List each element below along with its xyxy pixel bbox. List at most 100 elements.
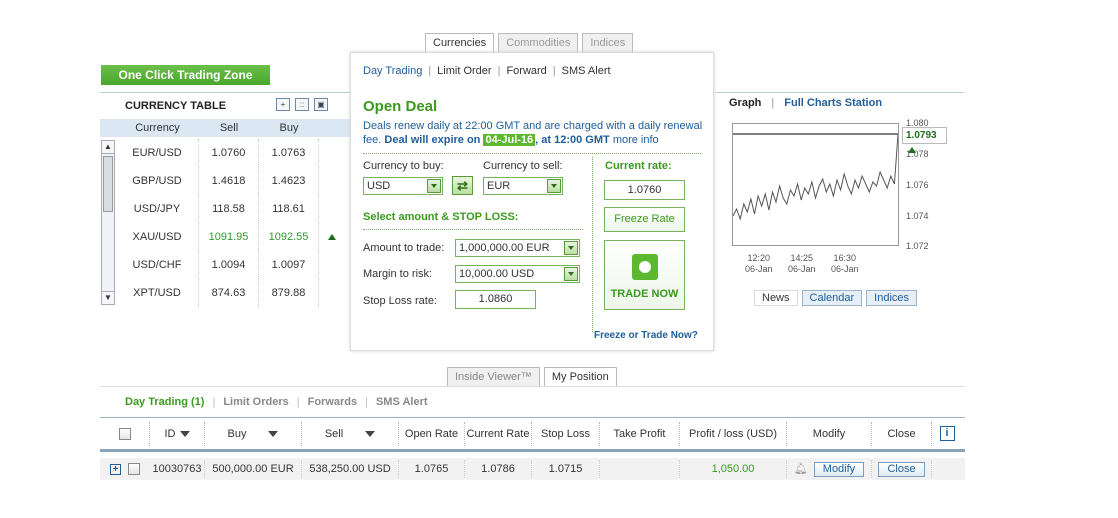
one-click-trading-zone-button[interactable]: One Click Trading Zone xyxy=(101,65,270,85)
cell-trend xyxy=(319,167,344,195)
cell-currency: XPT/USD xyxy=(116,279,199,307)
x-tick-date: 06-Jan xyxy=(745,264,773,274)
stop-loss-input[interactable]: 1.0860 xyxy=(455,290,536,309)
alert-bell-icon[interactable]: 🔔︎ xyxy=(794,460,808,478)
cell-sell[interactable]: 118.58 xyxy=(199,195,259,223)
swap-currencies-icon[interactable]: ⇄ xyxy=(452,176,473,195)
tab-news[interactable]: News xyxy=(754,290,798,306)
margin-value: 10,000.00 USD xyxy=(459,268,535,280)
current-price-value: 1.0793 xyxy=(906,130,937,141)
currency-to-sell-label: Currency to sell: xyxy=(483,160,563,172)
nav-limit-orders[interactable]: Limit Orders xyxy=(223,396,288,408)
divider xyxy=(592,157,593,332)
column-close: Close xyxy=(872,421,932,446)
scroll-up-icon[interactable]: ▲ xyxy=(102,141,114,154)
position-nav: Day Trading (1) | Limit Orders | Forwards |… xyxy=(125,396,428,408)
y-tick: 1.076 xyxy=(906,180,929,190)
currency-to-sell-select[interactable]: EUR xyxy=(483,177,563,195)
x-tick-date: 06-Jan xyxy=(831,264,859,274)
cell-trend xyxy=(319,195,344,223)
freeze-or-trade-link[interactable]: Freeze or Trade Now? xyxy=(594,330,698,341)
cell-stop-loss: 1.0715 xyxy=(532,460,600,478)
cell-buy[interactable]: 1.4623 xyxy=(259,167,319,195)
tab-indices[interactable]: Indices xyxy=(866,290,918,306)
currency-row[interactable]: USD/JPY 118.58 118.61 xyxy=(100,195,350,223)
cell-buy[interactable]: 1.0763 xyxy=(259,139,319,167)
chevron-down-icon[interactable] xyxy=(427,179,441,193)
chevron-down-icon[interactable] xyxy=(547,179,561,193)
currency-row[interactable]: GBP/USD 1.4618 1.4623 xyxy=(100,167,350,195)
cell-trend xyxy=(319,251,344,279)
tab-calendar[interactable]: Calendar xyxy=(801,290,863,306)
scroll-down-icon[interactable]: ▼ xyxy=(102,291,114,304)
sort-icon[interactable] xyxy=(268,430,279,437)
detail-icon[interactable]: ▣ xyxy=(314,98,328,111)
column-id[interactable]: ID xyxy=(150,421,205,446)
margin-label: Margin to risk: xyxy=(363,268,433,280)
x-tick-time: 16:30 xyxy=(833,253,857,263)
amount-select[interactable]: 1,000,000.00 EUR xyxy=(455,239,580,257)
currency-to-sell-value: EUR xyxy=(487,180,511,192)
cell-buy[interactable]: 1.0097 xyxy=(259,251,319,279)
subnav-forward[interactable]: Forward xyxy=(506,65,546,77)
tab-currencies[interactable]: Currencies xyxy=(425,33,495,53)
cell-sell[interactable]: 1.0094 xyxy=(199,251,259,279)
tab-commodities[interactable]: Commodities xyxy=(498,33,579,53)
nav-forwards[interactable]: Forwards xyxy=(308,396,358,408)
grid-icon[interactable]: :: xyxy=(295,98,309,111)
plus-icon[interactable]: + xyxy=(276,98,290,111)
cell-sell[interactable]: 1091.95 xyxy=(199,223,259,251)
full-charts-station-link[interactable]: Full Charts Station xyxy=(784,97,882,109)
sort-icon[interactable] xyxy=(365,430,376,437)
row-checkbox[interactable] xyxy=(128,463,140,475)
tab-my-position[interactable]: My Position xyxy=(543,367,617,386)
scroll-thumb[interactable] xyxy=(103,156,113,212)
cell-sell[interactable]: 1.0760 xyxy=(199,139,259,167)
nav-day-trading[interactable]: Day Trading (1) xyxy=(125,396,204,408)
row-controls: + xyxy=(100,460,150,478)
margin-select[interactable]: 10,000.00 USD xyxy=(455,265,580,283)
freeze-rate-button[interactable]: Freeze Rate xyxy=(604,207,685,232)
sort-icon[interactable] xyxy=(179,430,190,437)
column-sell[interactable]: Sell xyxy=(302,421,399,446)
tab-inside-viewer[interactable]: Inside Viewer™ xyxy=(447,367,540,386)
currency-table-title: CURRENCY TABLE xyxy=(125,100,227,112)
divider: | xyxy=(212,396,216,408)
currency-row[interactable]: EUR/USD 1.0760 1.0763 xyxy=(100,139,350,167)
close-button[interactable]: Close xyxy=(878,461,925,477)
price-chart xyxy=(732,123,899,246)
cell-buy[interactable]: 118.61 xyxy=(259,195,319,223)
subnav-limit-order[interactable]: Limit Order xyxy=(437,65,491,77)
chevron-down-icon[interactable] xyxy=(564,267,578,281)
trade-now-button[interactable]: TRADE NOW xyxy=(604,240,685,310)
currency-row[interactable]: USD/CHF 1.0094 1.0097 xyxy=(100,251,350,279)
cell-currency: USD/JPY xyxy=(116,195,199,223)
currency-table-scrollbar[interactable]: ▲ ▼ xyxy=(101,140,115,305)
divider: | xyxy=(552,65,556,77)
subnav-day-trading[interactable]: Day Trading xyxy=(363,65,422,77)
modify-button[interactable]: Modify xyxy=(813,461,865,477)
cell-profit-loss: 1,050.00 xyxy=(680,460,787,478)
currency-row[interactable]: XAU/USD 1091.95 1092.55 xyxy=(100,223,350,251)
nav-sms-alert[interactable]: SMS Alert xyxy=(376,396,428,408)
currency-row[interactable]: XPT/USD 874.63 879.88 xyxy=(100,279,350,307)
select-all-checkbox[interactable] xyxy=(118,427,131,440)
divider xyxy=(363,229,583,230)
more-info-link[interactable]: more info xyxy=(613,134,659,146)
open-deal-title: Open Deal xyxy=(363,98,438,115)
cell-currency: USD/CHF xyxy=(116,251,199,279)
info-icon[interactable]: i xyxy=(939,426,955,441)
tab-indices[interactable]: Indices xyxy=(582,33,634,53)
expire-prefix: Deal will expire on xyxy=(384,134,481,146)
cell-buy[interactable]: 1092.55 xyxy=(259,223,319,251)
currency-to-buy-select[interactable]: USD xyxy=(363,177,443,195)
chevron-down-icon[interactable] xyxy=(564,241,578,255)
currency-to-buy-value: USD xyxy=(367,180,391,192)
x-tick-time: 14:25 xyxy=(790,253,814,263)
cell-buy[interactable]: 879.88 xyxy=(259,279,319,307)
cell-sell[interactable]: 1.4618 xyxy=(199,167,259,195)
column-buy[interactable]: Buy xyxy=(205,421,302,446)
subnav-sms-alert[interactable]: SMS Alert xyxy=(562,65,611,77)
expand-icon[interactable]: + xyxy=(110,463,121,475)
cell-sell[interactable]: 874.63 xyxy=(199,279,259,307)
